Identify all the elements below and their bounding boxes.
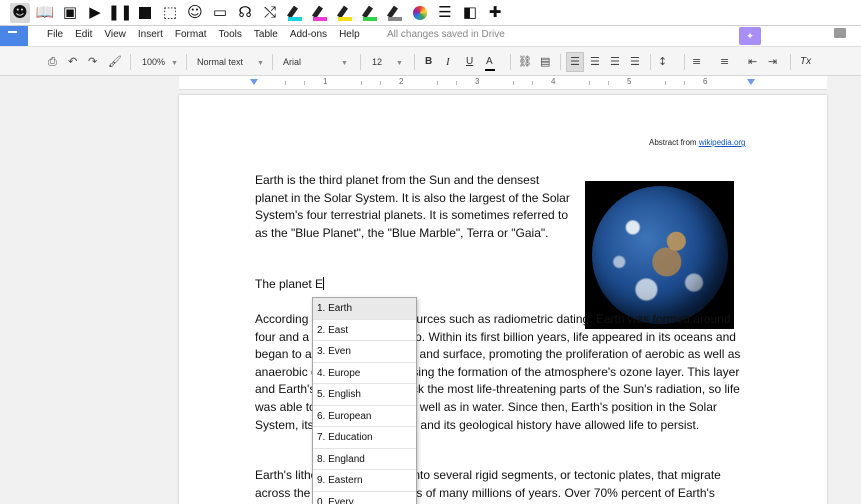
chevron-down-icon: ▼ xyxy=(171,60,178,67)
increase-indent-icon[interactable]: ⇥ xyxy=(768,55,777,69)
color-wheel-icon[interactable] xyxy=(410,3,430,23)
highlighter-clear-icon[interactable] xyxy=(385,3,405,23)
screen-select-icon[interactable]: ⬚ xyxy=(160,3,180,23)
picture-icon[interactable]: ▣ xyxy=(60,3,80,23)
redo-icon[interactable]: ↷ xyxy=(88,55,97,69)
bulleted-list-icon[interactable]: ≡ xyxy=(720,55,729,69)
highlighter-green-icon[interactable] xyxy=(360,3,380,23)
ruler-number: 5 xyxy=(627,77,632,86)
prediction-item[interactable]: 0. Every xyxy=(313,492,416,504)
decrease-indent-icon[interactable]: ⇤ xyxy=(748,55,757,69)
underline-button[interactable]: U xyxy=(466,55,473,69)
menu-tools[interactable]: Tools xyxy=(219,29,242,40)
earth-image[interactable] xyxy=(585,181,734,329)
prediction-item[interactable]: 6. European xyxy=(313,406,416,427)
docs-logo-icon[interactable] xyxy=(0,26,28,46)
chevron-down-icon: ▼ xyxy=(341,60,348,67)
shuffle-icon[interactable]: ⤭ xyxy=(260,3,280,23)
prediction-item[interactable]: 5. English xyxy=(313,384,416,406)
font-size-select[interactable]: 12 ▼ xyxy=(372,55,403,69)
comments-icon[interactable] xyxy=(834,28,846,38)
align-justify-icon[interactable]: ☰ xyxy=(630,55,640,69)
menu-format[interactable]: Format xyxy=(175,29,207,40)
paragraph-intro: Earth is the third planet from the Sun a… xyxy=(255,173,570,240)
align-center-icon[interactable]: ☰ xyxy=(590,55,600,69)
text-cursor xyxy=(323,277,325,290)
speech-bubble-icon[interactable]: ☺ xyxy=(185,3,205,23)
clear-formatting-button[interactable]: Tx xyxy=(800,55,811,69)
format-toolbar: ⎙ ↶ ↷ 🖌 100% ▼ Normal text ▼ Arial ▼ 12 ▼ B … xyxy=(0,46,861,76)
align-right-icon[interactable]: ☰ xyxy=(610,55,620,69)
ruler-number: 3 xyxy=(475,77,480,86)
menu-addons[interactable]: Add-ons xyxy=(290,29,327,40)
text-color-button[interactable]: A xyxy=(486,55,493,69)
prediction-item[interactable]: 7. Education xyxy=(313,427,416,449)
font-select[interactable]: Arial ▼ xyxy=(283,55,348,69)
italic-button[interactable]: I xyxy=(446,55,450,69)
chevron-down-icon: ▼ xyxy=(257,60,264,67)
menu-help[interactable]: Help xyxy=(339,29,360,40)
paint-format-icon[interactable]: 🖌 xyxy=(108,55,122,69)
line-spacing-icon[interactable]: ↕ xyxy=(658,55,667,69)
style-select[interactable]: Normal text ▼ xyxy=(197,55,264,69)
stop-icon[interactable] xyxy=(135,3,155,23)
menu-edit[interactable]: Edit xyxy=(75,29,92,40)
comment-add-icon[interactable]: ▤ xyxy=(540,55,550,69)
ruler-number: 2 xyxy=(399,77,404,86)
bold-button[interactable]: B xyxy=(425,55,432,69)
menu-bar: File Edit View Insert Format Tools Table… xyxy=(47,29,372,40)
highlighter-yellow-icon[interactable] xyxy=(335,3,355,23)
menu-file[interactable]: File xyxy=(47,29,63,40)
document-page[interactable]: Abstract from wikipedia.org Earth is the… xyxy=(179,95,827,504)
chevron-down-icon: ▼ xyxy=(396,60,403,67)
typing-line[interactable]: The planet E xyxy=(255,276,325,294)
menu-view[interactable]: View xyxy=(104,29,126,40)
prediction-item[interactable]: 4. Europe xyxy=(313,363,416,384)
left-indent-marker[interactable] xyxy=(250,79,258,85)
prediction-item[interactable]: 9. Eastern xyxy=(313,470,416,492)
play-icon[interactable]: ▶ xyxy=(85,3,105,23)
pause-icon[interactable]: ❚❚ xyxy=(107,3,132,23)
text-color-swatch xyxy=(485,69,495,71)
monitor-icon[interactable]: ▭ xyxy=(210,3,230,23)
prediction-item[interactable]: 2. East xyxy=(313,320,416,341)
list-icon[interactable]: ☰ xyxy=(435,3,455,23)
ruler-number: 6 xyxy=(703,77,708,86)
highlighter-cyan-icon[interactable] xyxy=(285,3,305,23)
save-status: All changes saved in Drive xyxy=(387,29,505,40)
book-icon[interactable]: 📖 xyxy=(35,3,55,23)
print-icon[interactable]: ⎙ xyxy=(48,55,57,69)
prediction-item[interactable]: 3. Even xyxy=(313,341,416,363)
prediction-item[interactable]: 8. England xyxy=(313,449,416,470)
abstract-prefix: Abstract from xyxy=(649,138,697,147)
voice-note-icon[interactable]: ◧ xyxy=(460,3,480,23)
zoom-select[interactable]: 100% ▼ xyxy=(142,55,178,69)
word-prediction-list: 1. Earth 2. East 3. Even 4. Europe 5. En… xyxy=(312,297,417,504)
earth-globe xyxy=(592,186,728,324)
vocab-icon[interactable]: ✚ xyxy=(485,3,505,23)
highlighter-magenta-icon[interactable] xyxy=(310,3,330,23)
undo-icon[interactable]: ↶ xyxy=(68,55,77,69)
numbered-list-icon[interactable]: ≡ xyxy=(692,55,701,69)
extension-puzzle-icon[interactable]: ✦ xyxy=(739,27,761,45)
right-indent-marker[interactable] xyxy=(747,79,755,85)
abstract-source: Abstract from wikipedia.org xyxy=(649,138,746,147)
typing-text: The planet E xyxy=(255,277,324,291)
headphones-icon[interactable]: ☊ xyxy=(235,3,255,23)
extension-toolbar: ☻ 📖 ▣ ▶ ❚❚ ⬚ ☺ ▭ ☊ ⤭ ☰ ◧ ✚ xyxy=(0,0,861,26)
prediction-item[interactable]: 1. Earth xyxy=(313,298,416,320)
menu-table[interactable]: Table xyxy=(254,29,278,40)
wikipedia-link[interactable]: wikipedia.org xyxy=(699,138,746,147)
ruler-number: 1 xyxy=(323,77,328,86)
google-docs-window: ☻ 📖 ▣ ▶ ❚❚ ⬚ ☺ ▭ ☊ ⤭ ☰ ◧ ✚ File Edit Vie… xyxy=(0,0,861,504)
align-left-icon[interactable]: ☰ xyxy=(570,55,580,69)
menu-insert[interactable]: Insert xyxy=(138,29,163,40)
speaker-head-icon[interactable]: ☻ xyxy=(10,2,30,23)
ruler-number: 4 xyxy=(551,77,556,86)
link-icon[interactable]: ⛓ xyxy=(518,55,532,69)
ruler: 1 2 3 4 5 6 xyxy=(179,76,827,90)
